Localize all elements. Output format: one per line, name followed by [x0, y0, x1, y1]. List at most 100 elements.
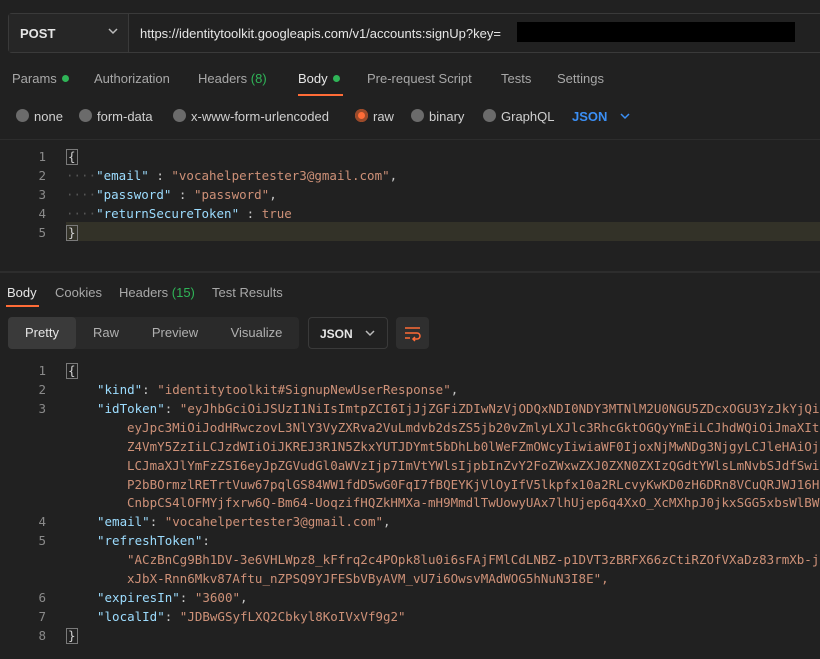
json-key: "expiresIn": [97, 590, 180, 605]
code-line: ····"password" : "password",: [66, 187, 277, 202]
chevron-down-icon: [365, 330, 375, 337]
chevron-down-icon[interactable]: [619, 110, 631, 122]
wrap-lines-button[interactable]: [396, 317, 429, 349]
json-key: "email": [97, 514, 150, 529]
response-format-label: JSON: [320, 327, 353, 341]
tab-params[interactable]: Params: [12, 71, 69, 86]
json-key: "localId": [97, 609, 165, 624]
close-brace: }: [66, 628, 78, 644]
indent-guide: ····: [66, 187, 97, 202]
json-value: "identitytoolkit#SignupNewUserResponse": [157, 382, 451, 397]
json-comma: ,: [389, 168, 398, 183]
pane-divider[interactable]: [0, 271, 820, 273]
code-line: }: [66, 225, 78, 241]
line-number: 1: [38, 363, 46, 378]
json-key: "returnSecureToken": [96, 206, 240, 221]
code-line: }: [66, 628, 78, 644]
line-number: 1: [38, 149, 46, 164]
body-format-dropdown[interactable]: JSON: [572, 109, 607, 124]
radio-binary[interactable]: [411, 109, 424, 122]
wrapped-token-line: xJbX-Rnn6Mkv87Aftu_nZPSQ9YJFESbVByAVM_vU…: [127, 571, 609, 586]
radio-urlencoded-label[interactable]: x-www-form-urlencoded: [191, 109, 329, 124]
params-indicator-dot: [61, 75, 69, 82]
json-value: "vocahelpertester3@gmail.com": [164, 514, 383, 529]
line-number: 2: [38, 168, 46, 183]
json-key: "email": [96, 168, 149, 183]
json-value: "JDBwGSyfLXQ2Cbkyl8KoIVxVf9g2": [179, 609, 406, 624]
view-pretty-button[interactable]: Pretty: [8, 317, 76, 349]
open-brace: {: [66, 363, 78, 379]
response-tab-headers[interactable]: Headers (15): [119, 285, 195, 300]
response-tab-headers-label: Headers: [119, 285, 169, 300]
redacted-api-key: [517, 22, 795, 42]
response-tab-body[interactable]: Body: [7, 285, 37, 300]
wrap-lines-icon: [405, 327, 421, 342]
current-line-highlight: [66, 222, 820, 241]
tab-prerequest-script[interactable]: Pre-request Script: [367, 71, 472, 86]
radio-graphql-label[interactable]: GraphQL: [501, 109, 554, 124]
radio-none[interactable]: [16, 109, 29, 122]
json-sep: :: [239, 206, 262, 221]
wrapped-token-line: CnbpCS4lOFMYjfxrw6Q-Bm64-UoqzifHQZkHMXa-…: [127, 495, 820, 510]
line-number: 3: [38, 401, 46, 416]
radio-raw[interactable]: [355, 109, 368, 122]
radio-urlencoded[interactable]: [173, 109, 186, 122]
line-number: 7: [38, 609, 46, 624]
code-line: "email": "vocahelpertester3@gmail.com",: [97, 514, 391, 529]
response-format-dropdown[interactable]: JSON: [308, 317, 388, 349]
line-number: 4: [38, 514, 46, 529]
code-line: {: [66, 149, 78, 165]
view-visualize-button[interactable]: Visualize: [214, 317, 299, 349]
view-raw-button[interactable]: Raw: [76, 317, 136, 349]
response-tab-test-results[interactable]: Test Results: [212, 285, 283, 300]
json-value: "3600": [194, 590, 241, 605]
json-key: "password": [96, 187, 172, 202]
json-key: "kind": [97, 382, 143, 397]
url-input[interactable]: https://identitytoolkit.googleapis.com/v…: [140, 26, 501, 41]
tab-settings[interactable]: Settings: [557, 71, 604, 86]
response-tab-cookies[interactable]: Cookies: [55, 285, 102, 300]
radio-none-label[interactable]: none: [34, 109, 63, 124]
active-tab-underline: [298, 94, 343, 96]
json-value: "vocahelpertester3@gmail.com": [171, 168, 390, 183]
view-preview-button[interactable]: Preview: [136, 317, 214, 349]
code-line: "idToken": "eyJhbGciOiJSUzI1NiIsImtpZCI6…: [97, 401, 820, 416]
json-sep: :: [171, 187, 194, 202]
body-indicator-dot: [332, 75, 340, 82]
open-brace: {: [66, 149, 78, 165]
response-headers-count: (15): [171, 285, 195, 300]
method-dropdown[interactable]: POST: [9, 14, 129, 52]
radio-form-data[interactable]: [79, 109, 92, 122]
radio-binary-label[interactable]: binary: [429, 109, 464, 124]
wrapped-token-line: Z4VmY5ZzIiLCJzdWIiOiJKREJ3R1N5ZkxYUTJDYm…: [127, 439, 820, 454]
wrapped-token-line: LCJmaXJlYmFzZSI6eyJpZGVudGl0aWVzIjp7ImVt…: [127, 458, 820, 473]
json-key: "refreshToken": [97, 533, 203, 548]
code-line: "kind": "identitytoolkit#SignupNewUserRe…: [97, 382, 459, 397]
wrapped-token-line: eyJpc3MiOiJodHRwczovL3NlY3VyZXRva2VuLmdv…: [127, 420, 820, 435]
indent-guide: ····: [66, 206, 97, 221]
tab-body[interactable]: Body: [298, 71, 340, 86]
active-response-tab-underline: [6, 305, 39, 307]
code-line: "refreshToken":: [97, 533, 210, 548]
code-line: {: [66, 363, 78, 379]
radio-raw-label[interactable]: raw: [373, 109, 394, 124]
response-view-selector: Pretty Raw Preview Visualize: [8, 317, 299, 349]
line-number: 3: [38, 187, 46, 202]
url-bar: POST https://identitytoolkit.googleapis.…: [8, 13, 820, 53]
tab-headers[interactable]: Headers (8): [198, 71, 267, 86]
radio-form-data-label[interactable]: form-data: [97, 109, 153, 124]
chevron-down-icon: [108, 28, 118, 35]
json-key: "idToken": [97, 401, 165, 416]
code-line: "localId": "JDBwGSyfLXQ2Cbkyl8KoIVxVf9g2…: [97, 609, 406, 624]
code-line: ····"email" : "vocahelpertester3@gmail.c…: [66, 168, 397, 183]
tab-params-label: Params: [12, 71, 57, 86]
code-line: ····"returnSecureToken" : true: [66, 206, 292, 221]
line-number: 4: [38, 206, 46, 221]
json-comma: ,: [269, 187, 277, 202]
wrapped-token-line: P2bBOrmzlRETrtVuw67pqlGS84WW1fdD5wG0FqI7…: [127, 477, 820, 492]
headers-count: (8): [250, 71, 267, 86]
line-number: 2: [38, 382, 46, 397]
tab-tests[interactable]: Tests: [501, 71, 531, 86]
tab-authorization[interactable]: Authorization: [94, 71, 170, 86]
radio-graphql[interactable]: [483, 109, 496, 122]
